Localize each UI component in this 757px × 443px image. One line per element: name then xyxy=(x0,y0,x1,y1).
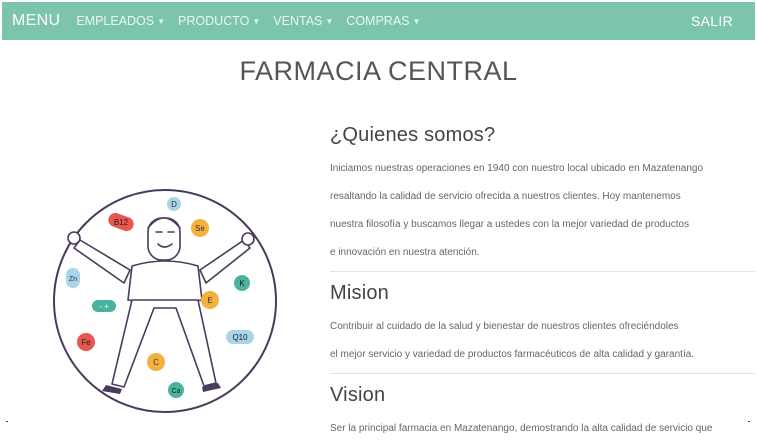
pill-ca: Ca xyxy=(168,382,184,398)
pill-b12: B12 xyxy=(108,212,134,232)
pill-fe: Fe xyxy=(77,333,95,351)
mission-text: Contribuir al cuidado de la salud y bien… xyxy=(330,313,755,369)
health-illustration: D B12 Se Zn K E - + Fe Q10 C Ca xyxy=(53,189,277,413)
pill-d: D xyxy=(167,197,181,211)
nav-item-compras[interactable]: COMPRAS ▼ xyxy=(346,14,420,28)
mission-heading: Mision xyxy=(330,282,389,304)
about-text-line: nuestra filosofía y buscamos llegar a us… xyxy=(330,219,690,230)
caret-down-icon: ▼ xyxy=(252,16,261,26)
nav-item-label: COMPRAS xyxy=(346,14,410,28)
nav-item-label: EMPLEADOS xyxy=(76,14,155,28)
nav-item-label: PRODUCTO xyxy=(178,14,250,28)
about-text-line: resaltando la calidad de servicio ofreci… xyxy=(330,191,681,202)
edge-mark xyxy=(6,421,8,422)
svg-text:Se: Se xyxy=(195,224,205,233)
pill-minus-plus: - + xyxy=(92,300,116,312)
about-heading: ¿Quienes somos? xyxy=(330,124,496,146)
mission-text-line: Contribuir al cuidado de la salud y bien… xyxy=(330,321,679,332)
mission-section: Mision Contribuir al cuidado de la salud… xyxy=(330,282,755,369)
content-column: ¿Quienes somos? Iniciamos nuestras opera… xyxy=(330,124,755,443)
caret-down-icon: ▼ xyxy=(412,16,421,26)
svg-text:Q10: Q10 xyxy=(232,333,248,342)
about-text-line: e innovación en nuestra atención. xyxy=(330,247,480,258)
caret-down-icon: ▼ xyxy=(325,16,334,26)
svg-text:K: K xyxy=(239,279,245,288)
pill-e: E xyxy=(201,291,219,309)
divider xyxy=(330,373,755,374)
logout-link[interactable]: SALIR xyxy=(691,13,733,29)
nav-item-empleados[interactable]: EMPLEADOS ▼ xyxy=(76,14,165,28)
pill-k: K xyxy=(234,275,250,291)
navbar: MENU EMPLEADOS ▼ PRODUCTO ▼ VENTAS ▼ COM… xyxy=(2,2,755,40)
about-text: Iniciamos nuestras operaciones en 1940 c… xyxy=(330,155,755,267)
svg-text:Zn: Zn xyxy=(69,276,77,283)
vision-section: Vision Ser la principal farmacia en Maza… xyxy=(330,384,755,443)
vision-heading: Vision xyxy=(330,384,386,406)
svg-text:C: C xyxy=(153,358,159,367)
nav-item-producto[interactable]: PRODUCTO ▼ xyxy=(178,14,260,28)
divider xyxy=(330,271,755,272)
menu-brand[interactable]: MENU xyxy=(12,12,60,30)
svg-text:- +: - + xyxy=(99,302,109,311)
pill-q10: Q10 xyxy=(226,330,254,344)
svg-text:D: D xyxy=(171,200,177,209)
pill-se: Se xyxy=(191,219,209,237)
caret-down-icon: ▼ xyxy=(157,16,166,26)
edge-mark xyxy=(748,421,750,422)
svg-text:Ca: Ca xyxy=(172,388,181,395)
svg-text:E: E xyxy=(207,296,212,305)
pill-c: C xyxy=(147,353,165,371)
svg-text:Fe: Fe xyxy=(81,338,91,347)
vision-text: Ser la principal farmacia en Mazatenango… xyxy=(330,415,755,443)
svg-text:B12: B12 xyxy=(114,218,129,227)
about-text-line: Iniciamos nuestras operaciones en 1940 c… xyxy=(330,163,704,174)
page-title: FARMACIA CENTRAL xyxy=(239,56,518,86)
about-section: ¿Quienes somos? Iniciamos nuestras opera… xyxy=(330,124,755,267)
nav-item-label: VENTAS xyxy=(273,14,323,28)
vision-text-line: Ser la principal farmacia en Mazatenango… xyxy=(330,423,713,434)
nav-item-ventas[interactable]: VENTAS ▼ xyxy=(273,14,333,28)
pill-zn: Zn xyxy=(66,268,80,288)
mission-text-line: el mejor servicio y variedad de producto… xyxy=(330,349,695,360)
